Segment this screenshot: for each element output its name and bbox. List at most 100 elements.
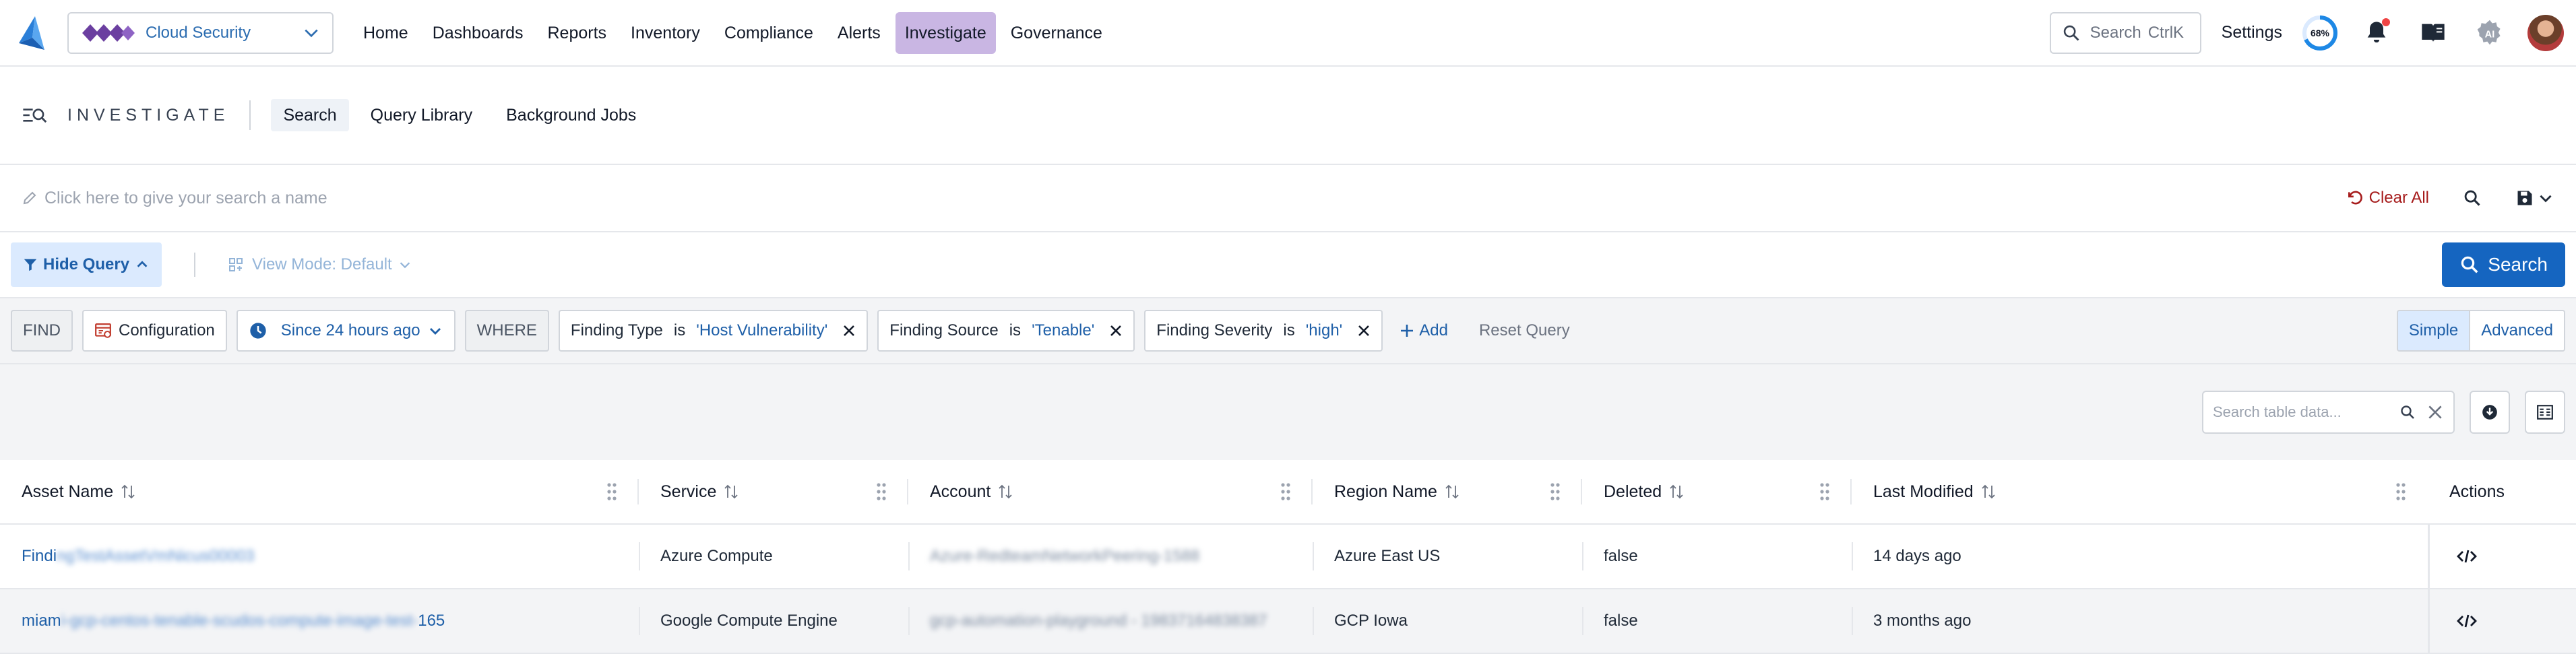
view-mode-label: View Mode: Default [252,255,392,273]
search-icon [2401,405,2414,419]
entity-chip[interactable]: Configuration [82,310,227,352]
code-icon[interactable] [2457,548,2477,565]
tab-search[interactable]: Search [271,99,349,131]
close-icon[interactable] [1109,324,1123,337]
nav-reports[interactable]: Reports [538,12,617,54]
asset-link-prefix[interactable]: miam [22,612,61,630]
hide-query-button[interactable]: Hide Query [11,242,162,287]
filter-condition[interactable]: Finding Type is 'Host Vulnerability' [558,310,869,352]
cell-divider [639,542,640,570]
asset-link-redacted[interactable]: i-gcp-centos-tenable-scudos-compute-imag… [61,612,418,630]
code-icon[interactable] [2457,612,2477,630]
cell-deleted: false [1582,525,1852,588]
investigate-header: INVESTIGATE Search Query Library Backgro… [0,67,2576,165]
asset-link-suffix[interactable]: 165 [418,612,445,630]
nav-alerts[interactable]: Alerts [828,12,890,54]
search-icon[interactable] [2463,189,2482,207]
drag-handle-icon[interactable] [876,482,887,501]
app-selector[interactable]: Cloud Security [67,11,334,54]
mode-simple[interactable]: Simple [2397,311,2470,350]
deleted-value: false [1604,547,1638,565]
search-name-input[interactable]: Click here to give your search a name [44,189,327,208]
column-header-last-modified[interactable]: Last Modified [1852,460,2428,523]
filter-condition[interactable]: Finding Source is 'Tenable' [877,310,1135,352]
mode-advanced[interactable]: Advanced [2469,311,2564,350]
column-header-region-name[interactable]: Region Name [1313,460,1582,523]
sort-icon[interactable] [120,484,136,500]
run-search-label: Search [2488,254,2548,275]
nav-governance[interactable]: Governance [1001,12,1112,54]
app-selector-label: Cloud Security [146,23,251,42]
download-circle-icon [2482,405,2497,420]
cell-asset-name[interactable]: miam i-gcp-centos-tenable-scudos-compute… [0,589,639,653]
progress-percent: 68% [2310,27,2330,38]
search-icon [2063,25,2079,40]
table-row[interactable]: miam i-gcp-centos-tenable-scudos-compute… [0,589,2576,654]
nav-compliance[interactable]: Compliance [715,12,823,54]
drag-handle-icon[interactable] [2395,482,2406,501]
view-mode-select[interactable]: View Mode: Default [228,255,412,274]
drag-handle-icon[interactable] [1819,482,1830,501]
settings-link[interactable]: Settings [2222,23,2282,42]
sort-icon[interactable] [1444,484,1460,500]
column-header-service[interactable]: Service [639,460,908,523]
sort-icon[interactable] [1980,484,1997,500]
nav-investigate[interactable]: Investigate [895,11,996,54]
clear-all-button[interactable]: Clear All [2346,189,2429,207]
global-search[interactable]: Search CtrlK [2049,11,2201,54]
cell-last-modified: 3 months ago [1852,589,2428,653]
chevron-down-icon [400,262,410,269]
drag-handle-icon[interactable] [1550,482,1561,501]
ai-assistant-button[interactable]: AI [2471,14,2509,52]
cell-divider [1582,542,1583,570]
save-menu-button[interactable] [2515,189,2554,207]
close-icon[interactable] [842,324,856,337]
add-condition-button[interactable]: Add [1399,321,1448,340]
region-value: Azure East US [1334,547,1441,565]
nav-dashboards[interactable]: Dashboards [423,12,533,54]
undo-icon [2348,191,2362,205]
service-value: Azure Compute [660,547,773,565]
condition-operator: is [1283,321,1295,339]
nav-home[interactable]: Home [354,12,418,54]
drag-handle-icon[interactable] [606,482,617,501]
clear-icon[interactable] [2426,403,2444,421]
export-button[interactable] [2470,391,2510,434]
run-search-button[interactable]: Search [2442,242,2565,287]
column-header-asset-name[interactable]: Asset Name [0,460,639,523]
sort-icon[interactable] [1668,484,1685,500]
time-range-select[interactable]: Since 24 hours ago [236,310,455,352]
reset-query-button[interactable]: Reset Query [1479,321,1570,340]
docs-button[interactable] [2414,14,2452,52]
cell-last-modified: 14 days ago [1852,525,2428,588]
user-avatar[interactable] [2527,14,2564,51]
sort-icon[interactable] [723,484,739,500]
nav-inventory[interactable]: Inventory [621,12,710,54]
close-icon[interactable] [1357,324,1371,337]
notifications-button[interactable] [2358,14,2395,52]
top-navigation: Cloud Security Home Dashboards Reports I… [0,0,2576,67]
drag-handle-icon[interactable] [1280,482,1291,501]
columns-button[interactable] [2525,391,2565,434]
cell-divider [1852,542,1853,570]
cell-divider [639,607,640,635]
table-search-input[interactable]: Search table data... [2202,391,2455,434]
onboarding-progress[interactable]: 68% [2301,14,2339,52]
cell-divider [1852,607,1853,635]
condition-value: 'high' [1305,321,1343,339]
cell-asset-name[interactable]: Findi ngTestAssetVmNicus00003 [0,525,639,588]
filter-bar: FIND Configuration Since 24 hours ago WH… [0,298,2576,364]
filter-condition[interactable]: Finding Severity is 'high' [1144,310,1383,352]
asset-link-redacted[interactable]: ngTestAssetVmNicus00003 [57,547,254,566]
menu-search-icon[interactable] [22,105,47,125]
column-header-deleted[interactable]: Deleted [1582,460,1852,523]
tab-background-jobs[interactable]: Background Jobs [494,99,648,131]
column-header-account[interactable]: Account [908,460,1313,523]
asset-link-prefix[interactable]: Findi [22,547,57,566]
table-row[interactable]: Findi ngTestAssetVmNicus00003 Azure Comp… [0,525,2576,589]
cell-service: Google Compute Engine [639,589,908,653]
app-logo[interactable] [12,13,51,53]
sort-icon[interactable] [997,484,1013,500]
tab-query-library[interactable]: Query Library [358,99,484,131]
column-label: Account [930,482,991,501]
